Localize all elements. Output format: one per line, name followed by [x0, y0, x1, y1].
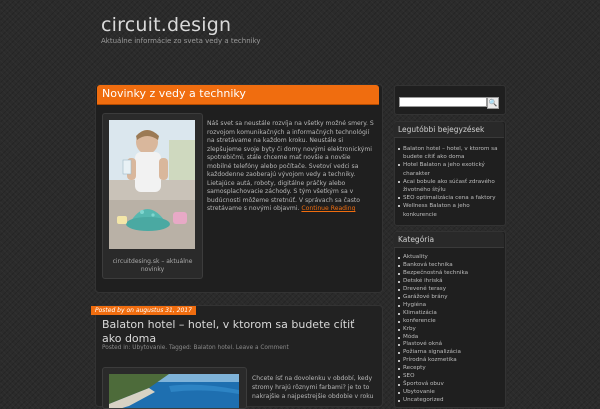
search-icon[interactable]: 🔍	[487, 97, 499, 109]
category-link[interactable]: Drevené terasy	[398, 286, 502, 294]
category-link[interactable]: Športová obuv	[398, 381, 502, 389]
continue-reading-link[interactable]: Continue Reading	[301, 205, 355, 212]
site-title[interactable]: circuit.design	[101, 14, 231, 36]
category-link[interactable]: konferencie	[398, 318, 502, 326]
featured-figure: circuitdesing.sk – aktuálne novinky	[102, 113, 203, 279]
featured-excerpt-text: Náš svet sa neustále rozvíja na všetky m…	[207, 120, 374, 212]
post-figure	[102, 367, 247, 409]
recent-posts-title: Legutóbbi bejegyzések	[394, 122, 504, 138]
categories-list: Aktuality Banková technika Bezpečnostná te…	[398, 254, 502, 405]
category-link[interactable]: Krby	[398, 326, 502, 334]
recent-post-link[interactable]: Wellness Balaton a jeho konkurencie	[398, 202, 502, 218]
category-link[interactable]: Garážové brány	[398, 294, 502, 302]
category-link[interactable]: Uncategorized	[398, 397, 502, 405]
category-link[interactable]: Ubytovanie	[398, 389, 502, 397]
featured-photo-caption: circuitdesing.sk – aktuálne novinky	[112, 258, 193, 273]
featured-photo[interactable]	[109, 120, 195, 249]
category-link[interactable]: Hygiéna	[398, 302, 502, 310]
recent-post-link[interactable]: Balaton hotel – hotel, v ktorom sa budet…	[398, 145, 502, 161]
search-input[interactable]	[399, 97, 487, 107]
featured-excerpt: Náš svet sa neustále rozvíja na všetky m…	[207, 120, 375, 214]
recent-post-link[interactable]: SEO optimalizácia cena a faktory	[398, 194, 502, 202]
site-tagline: Aktuálne informácie zo sveta vedy a tech…	[101, 37, 261, 45]
recent-post-link[interactable]: Hotel Balaton a jeho exotický charakter	[398, 161, 502, 177]
category-link[interactable]: Recepty	[398, 365, 502, 373]
post-excerpt: Chcete ísť na dovolenku v období, kedy s…	[252, 375, 374, 400]
post-meta: Posted in: Ubytovanie. Tagged: Balaton h…	[102, 345, 289, 351]
category-link[interactable]: Aktuality	[398, 254, 502, 262]
post-photo[interactable]	[109, 374, 239, 408]
categories-title: Kategória	[394, 232, 504, 248]
post-title[interactable]: Balaton hotel – hotel, v ktorom sa budet…	[102, 318, 374, 346]
featured-heading: Novinky z vedy a techniky	[102, 87, 246, 100]
category-link[interactable]: Detské ihriská	[398, 278, 502, 286]
category-link[interactable]: Prírodná kozmetika	[398, 357, 502, 365]
category-link[interactable]: Klimatizácia	[398, 310, 502, 318]
recent-posts-list: Balaton hotel – hotel, v ktorom sa budet…	[398, 145, 502, 219]
recent-post-link[interactable]: Acai bobule ako súčasť zdravého životnéh…	[398, 178, 502, 194]
post-date-badge: Posted by on augustus 31, 2017	[91, 306, 196, 315]
category-link[interactable]: Banková technika	[398, 262, 502, 270]
category-link[interactable]: Bezpečnostná technika	[398, 270, 502, 278]
